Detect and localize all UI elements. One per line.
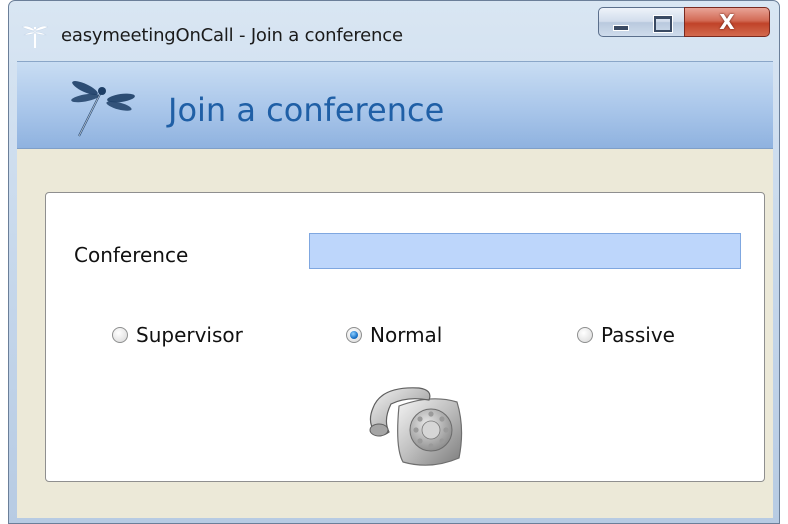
radio-label-normal: Normal xyxy=(370,323,443,347)
radio-button-selected-icon[interactable] xyxy=(346,327,362,343)
radio-label-passive: Passive xyxy=(601,323,675,347)
radio-passive[interactable]: Passive xyxy=(577,323,675,347)
radio-label-supervisor: Supervisor xyxy=(136,323,243,347)
dragonfly-icon xyxy=(71,81,135,137)
maximize-icon xyxy=(654,16,672,32)
title-bar[interactable]: easymeetingOnCall - Join a conference X xyxy=(9,1,779,61)
client-area: Join a conference Conference Supervisor … xyxy=(17,61,773,518)
telephone-icon[interactable] xyxy=(361,378,471,470)
join-panel: Conference Supervisor Normal Passive xyxy=(45,192,765,482)
maximize-button[interactable] xyxy=(641,7,685,37)
page-title: Join a conference xyxy=(168,91,445,129)
header-banner: Join a conference xyxy=(17,62,773,149)
window-title: easymeetingOnCall - Join a conference xyxy=(61,25,403,46)
dragonfly-app-icon xyxy=(21,25,49,48)
radio-supervisor[interactable]: Supervisor xyxy=(112,323,243,347)
minimize-icon xyxy=(613,25,629,31)
conference-input[interactable] xyxy=(309,233,741,269)
close-icon: X xyxy=(719,10,735,34)
conference-label: Conference xyxy=(74,243,189,267)
app-window: easymeetingOnCall - Join a conference X … xyxy=(8,0,780,524)
radio-button-icon[interactable] xyxy=(577,327,593,343)
close-button[interactable]: X xyxy=(684,7,770,37)
radio-button-icon[interactable] xyxy=(112,327,128,343)
minimize-button[interactable] xyxy=(598,7,642,37)
radio-normal[interactable]: Normal xyxy=(346,323,442,347)
